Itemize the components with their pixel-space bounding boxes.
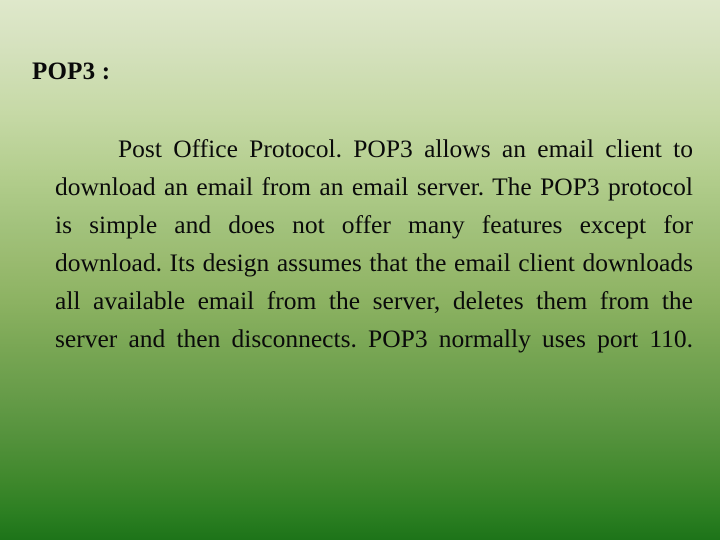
slide-body-text-block: Post Office Protocol. POP3 allows an ema… <box>55 130 693 396</box>
page-title: POP3 : <box>32 58 111 85</box>
body-paragraph: Post Office Protocol. POP3 allows an ema… <box>55 134 693 353</box>
presentation-slide: POP3 : Post Office Protocol. POP3 allows… <box>0 0 720 540</box>
